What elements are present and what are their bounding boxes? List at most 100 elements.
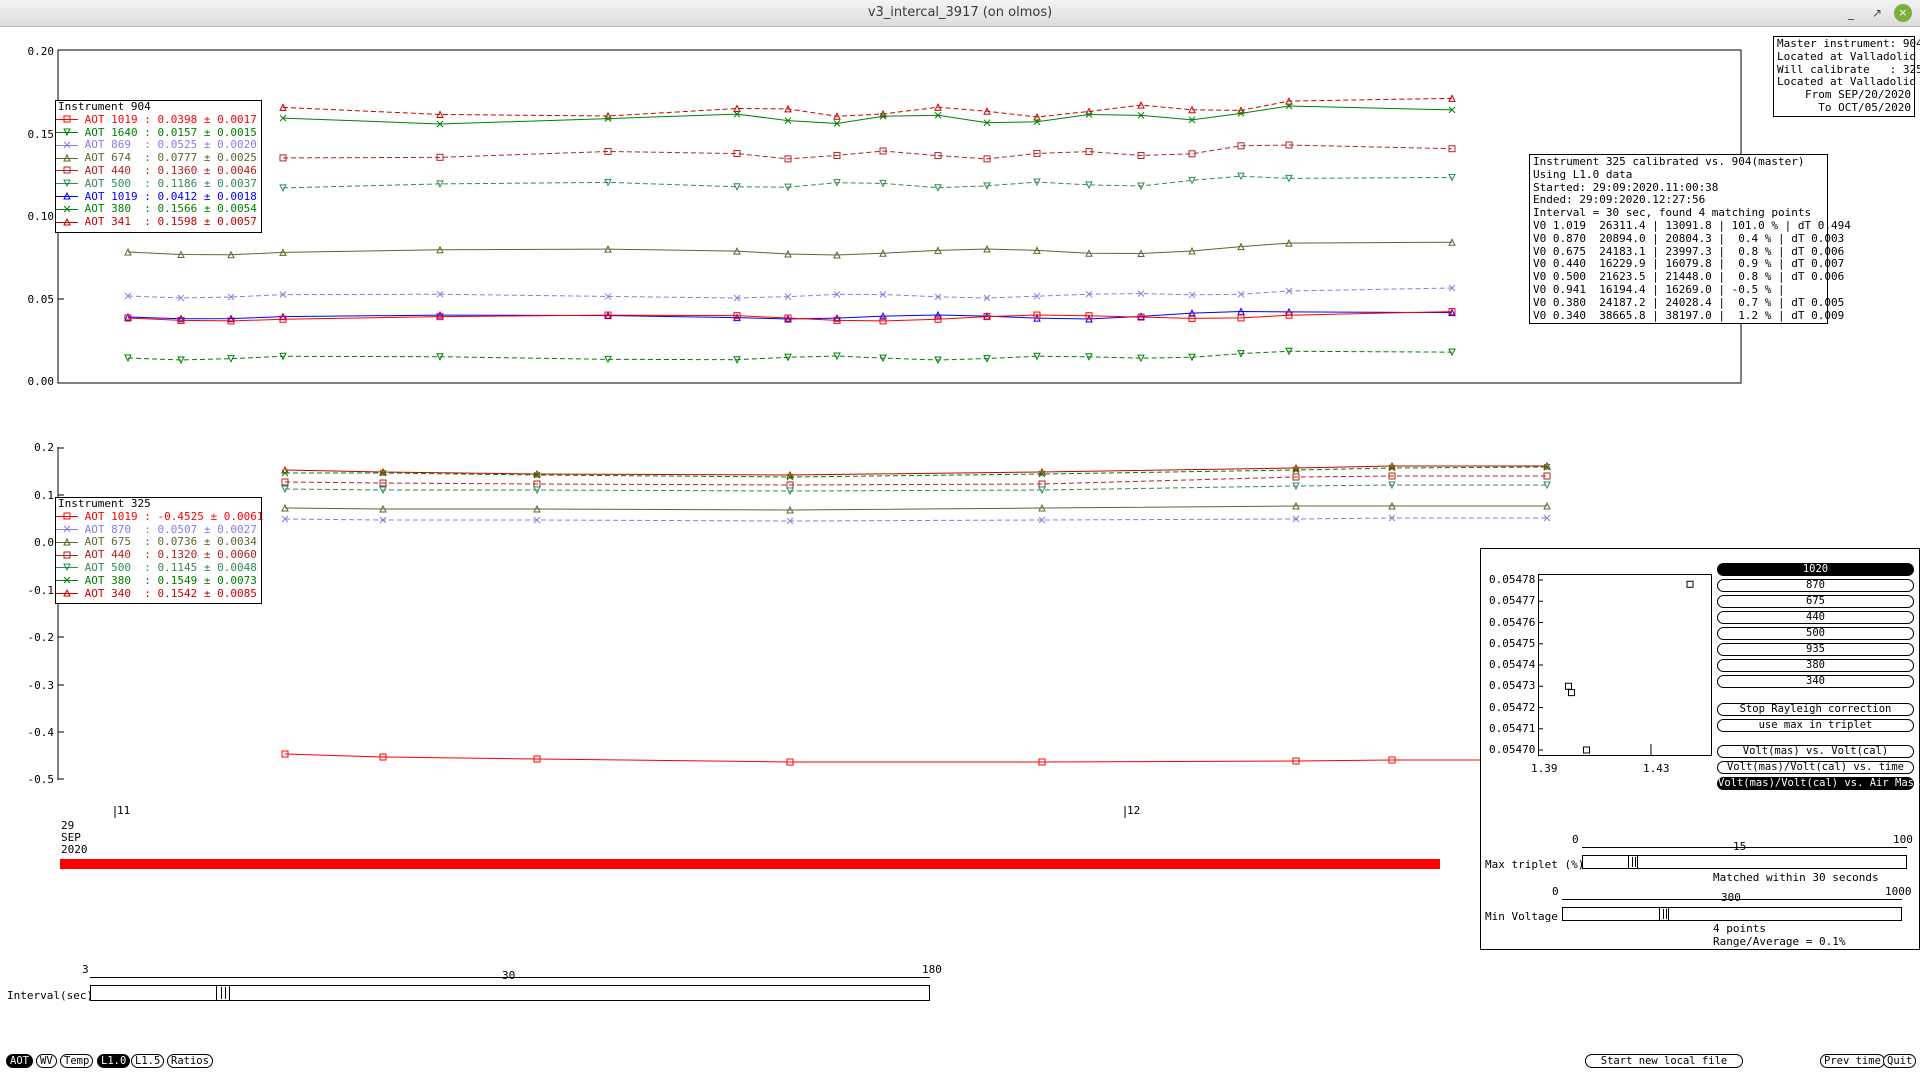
calibration-summary-line: Using L1.0 data	[1533, 167, 1633, 181]
min-voltage-max: 1000	[1885, 885, 1912, 898]
date-year: 2020	[61, 843, 88, 856]
min-voltage-label: Min Voltage	[1485, 910, 1558, 923]
legend-entry: AOT 341 : 0.1598 ± 0.0057	[56, 215, 261, 229]
legend-label: AOT 500 :	[78, 560, 158, 574]
scatter-ytick: 0.05477	[1489, 594, 1536, 608]
legend-label: AOT 869 :	[78, 138, 158, 152]
calibration-summary-line: Instrument 325 calibrated vs. 904(master…	[1533, 155, 1805, 168]
min-voltage-handle[interactable]	[1659, 907, 1669, 921]
master-info-line: Located at Valladolid	[1777, 49, 1917, 63]
legend-label: AOT 675 :	[78, 535, 158, 549]
aot-button[interactable]: AOT	[6, 1054, 33, 1068]
plot-mode-button[interactable]: Volt(mas)/Volt(cal) vs. Air Mass	[1717, 777, 1920, 790]
min-voltage-min: 0	[1552, 885, 1559, 898]
voltage-ratio-scatter	[1538, 574, 1712, 756]
time-tick-label: 11	[117, 804, 131, 817]
legend-label: AOT 380 :	[78, 573, 158, 587]
legend-value: 0.1145 ± 0.0048	[157, 560, 257, 574]
max-triplet-slider[interactable]	[1582, 855, 1907, 869]
legend-entry: AOT 340 : 0.1542 ± 0.0085	[56, 586, 261, 601]
legend-label: AOT 440 :	[78, 548, 158, 562]
min-voltage-note: 4 points	[1713, 922, 1766, 935]
series-line	[285, 466, 1548, 478]
legend-value: 0.0412 ± 0.0018	[157, 189, 257, 203]
scatter-ytick: 0.05478	[1489, 573, 1536, 586]
legend-label: AOT 380 :	[78, 202, 158, 216]
plot2-ytick: 0.0	[34, 536, 54, 549]
legend-value: 0.1549 ± 0.0073	[157, 573, 257, 587]
plot-mode-button[interactable]: Volt(mas)/Volt(cal) vs. time	[1717, 761, 1914, 774]
plot1-series-group	[124, 94, 1456, 365]
wavelength-button-935[interactable]: 935	[1717, 643, 1914, 656]
temp-button[interactable]: Temp	[60, 1054, 94, 1068]
l15-button[interactable]: L1.5	[131, 1054, 165, 1068]
wavelength-button-870[interactable]: 870	[1717, 579, 1914, 592]
wavelength-button-675[interactable]: 675	[1717, 595, 1914, 608]
scatter-xtick: 1.39	[1531, 762, 1558, 775]
legend-value: 0.1598 ± 0.0057	[157, 215, 257, 229]
time-tick-label: 12	[1127, 804, 1141, 817]
plot2-ytick: -0.1	[27, 584, 55, 597]
interval-slider[interactable]	[90, 985, 930, 1001]
date-label: 29 SEP 2020	[61, 820, 88, 856]
scatter-ytick: 0.05474	[1489, 658, 1536, 671]
max-triplet-scale	[1582, 847, 1907, 848]
wavelength-button-440[interactable]: 440	[1717, 611, 1914, 624]
calibration-summary-box: Instrument 325 calibrated vs. 904(master…	[1529, 154, 1851, 325]
legend-value: 0.0525 ± 0.0020	[157, 138, 257, 152]
plot1-legend: Instrument 904 AOT 1019 : 0.0398 ± 0.001…	[55, 100, 262, 233]
legend-label: AOT 1019 :	[78, 509, 158, 523]
max-triplet-handle[interactable]	[1628, 855, 1638, 869]
legend-value: -0.4525 ± 0.0061	[157, 509, 264, 523]
ratios-button[interactable]: Ratios	[167, 1054, 213, 1068]
plot2-ytick: 0.1	[34, 489, 54, 502]
legend-value: 0.0507 ± 0.0027	[157, 522, 257, 536]
prev-time-button[interactable]: Prev time	[1820, 1054, 1885, 1068]
calibration-summary-line: V0 0.941 16194.4 | 16269.0 | -0.5 % |	[1533, 282, 1785, 296]
scatter-ytick: 0.05470	[1489, 743, 1536, 756]
start-new-local-file-button[interactable]: Start new local file	[1585, 1054, 1743, 1068]
data-availability-bar	[60, 859, 1440, 869]
master-info-line: Master instrument: 904	[1777, 37, 1920, 50]
legend-value: 0.1542 ± 0.0085	[157, 586, 257, 600]
min-voltage-note: Range/Average = 0.1%	[1713, 935, 1846, 948]
min-voltage-slider[interactable]	[1562, 907, 1902, 921]
series-line	[127, 241, 1453, 256]
scatter-ytick: 0.05471	[1489, 721, 1536, 735]
plot2-series-group	[281, 461, 1551, 766]
interval-label: Interval(sec)	[7, 989, 94, 1002]
max-triplet-min: 0	[1572, 833, 1579, 846]
wavelength-button-1020[interactable]: 1020	[1717, 563, 1914, 576]
quit-button[interactable]: Quit	[1883, 1054, 1917, 1068]
wavelength-button-340[interactable]: 340	[1717, 675, 1914, 688]
legend-value: 0.1566 ± 0.0054	[157, 202, 257, 216]
legend-value: 0.0736 ± 0.0034	[157, 535, 257, 549]
stop-rayleigh-button[interactable]: Stop Rayleigh correction	[1717, 703, 1914, 716]
max-triplet-max: 100	[1893, 833, 1913, 846]
wavelength-button-500[interactable]: 500	[1717, 627, 1914, 640]
series-line	[284, 465, 1547, 476]
interval-max: 180	[922, 963, 942, 976]
calibration-summary-line: V0 1.019 26311.4 | 13091.8 | 101.0 % | d…	[1533, 218, 1851, 232]
use-max-triplet-button[interactable]: use max in triplet	[1717, 719, 1914, 732]
series-line	[127, 287, 1453, 299]
legend-value: 0.1320 ± 0.0060	[157, 548, 257, 562]
plot2-ytick: 0.2	[34, 441, 54, 454]
interval-handle[interactable]	[216, 985, 230, 1001]
legend-value: 0.0398 ± 0.0017	[157, 112, 257, 126]
plot-mode-button[interactable]: Volt(mas) vs. Volt(cal)	[1717, 745, 1914, 758]
plot2-ytick: -0.5	[27, 773, 55, 786]
legend-label: AOT 1019 :	[78, 112, 158, 126]
wavelength-button-380[interactable]: 380	[1717, 659, 1914, 672]
plot2-ytick: -0.2	[27, 631, 55, 644]
legend-label: AOT 674 :	[78, 151, 158, 165]
wv-button[interactable]: WV	[36, 1054, 57, 1068]
legend-label: AOT 341 :	[78, 215, 158, 229]
plot2-ytick: -0.4	[27, 726, 55, 739]
series-line	[282, 144, 1453, 160]
min-voltage-scale	[1562, 899, 1902, 900]
series-line	[284, 475, 1547, 486]
l10-button[interactable]: L1.0	[97, 1054, 131, 1068]
scatter-xtick: 1.43	[1643, 762, 1670, 775]
series-line	[284, 505, 1547, 511]
